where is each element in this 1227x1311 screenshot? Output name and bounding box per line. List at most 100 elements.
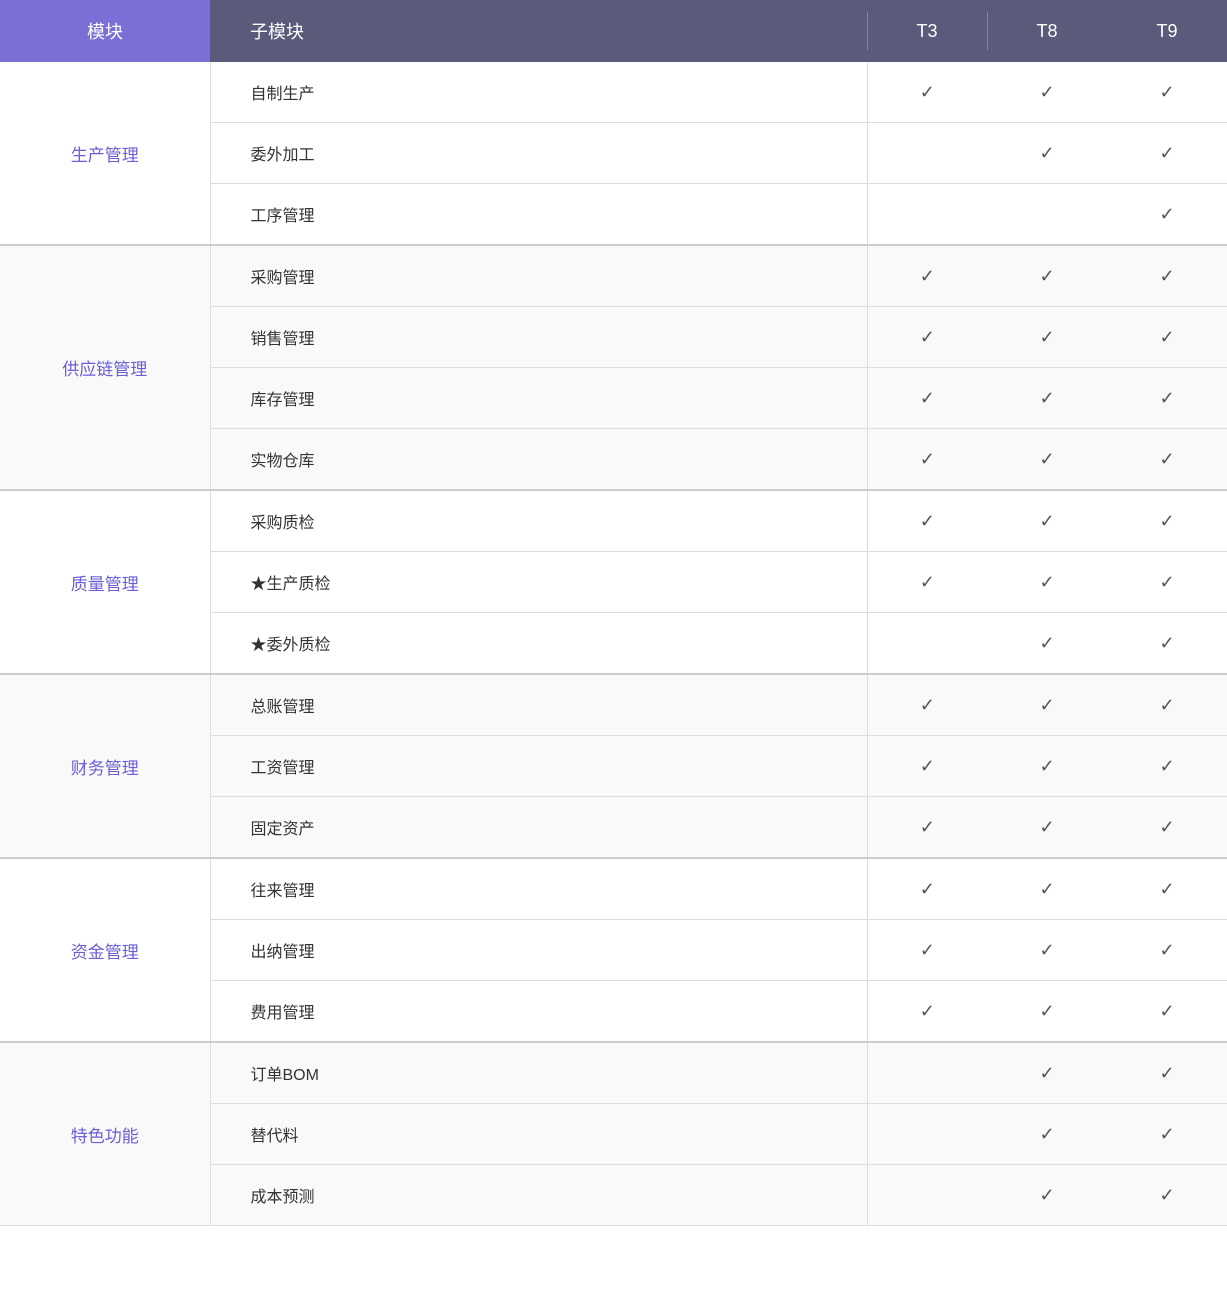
check-mark-icon: ✓ xyxy=(1039,1063,1054,1084)
check-mark-icon: ✓ xyxy=(1039,1124,1054,1145)
table-row: 财务管理总账管理✓✓✓ xyxy=(0,674,1227,736)
check-t3: ✓ xyxy=(867,552,987,613)
check-t8: ✓ xyxy=(987,858,1107,920)
check-t3: ✓ xyxy=(867,429,987,491)
check-mark-icon: ✓ xyxy=(1039,449,1054,470)
check-mark-icon: ✓ xyxy=(1159,266,1174,287)
check-t8: ✓ xyxy=(987,736,1107,797)
submodule-cell: 成本预测 xyxy=(210,1165,867,1226)
check-t3 xyxy=(867,1104,987,1165)
check-mark-icon: ✓ xyxy=(920,817,935,838)
check-t9: ✓ xyxy=(1107,184,1227,246)
submodule-cell: 销售管理 xyxy=(210,307,867,368)
submodule-cell: ★委外质检 xyxy=(210,613,867,675)
check-t8: ✓ xyxy=(987,490,1107,552)
check-mark-icon: ✓ xyxy=(920,82,935,103)
check-t3: ✓ xyxy=(867,368,987,429)
submodule-cell: 替代料 xyxy=(210,1104,867,1165)
check-mark-icon: ✓ xyxy=(1159,572,1174,593)
check-t3 xyxy=(867,1042,987,1104)
check-mark-icon: ✓ xyxy=(920,266,935,287)
comparison-table: 模块 子模块 T3 T8 T9 生产管理自制生产✓✓✓委外加工✓✓工序管理✓供应… xyxy=(0,0,1227,1226)
check-mark-icon: ✓ xyxy=(1039,695,1054,716)
check-mark-icon: ✓ xyxy=(920,449,935,470)
check-t8: ✓ xyxy=(987,307,1107,368)
check-mark-icon: ✓ xyxy=(1039,1001,1054,1022)
check-t3 xyxy=(867,613,987,675)
module-cell: 供应链管理 xyxy=(0,245,210,490)
check-t3: ✓ xyxy=(867,490,987,552)
submodule-cell: 往来管理 xyxy=(210,858,867,920)
check-mark-icon: ✓ xyxy=(1159,633,1174,654)
check-t8: ✓ xyxy=(987,552,1107,613)
check-t8: ✓ xyxy=(987,1165,1107,1226)
submodule-cell: 委外加工 xyxy=(210,123,867,184)
check-t3: ✓ xyxy=(867,736,987,797)
table-row: 资金管理往来管理✓✓✓ xyxy=(0,858,1227,920)
header-row: 模块 子模块 T3 T8 T9 xyxy=(0,0,1227,62)
check-mark-icon: ✓ xyxy=(920,572,935,593)
submodule-cell: 费用管理 xyxy=(210,981,867,1043)
header-t3: T3 xyxy=(867,0,987,62)
check-t8: ✓ xyxy=(987,1104,1107,1165)
check-t8: ✓ xyxy=(987,123,1107,184)
check-t9: ✓ xyxy=(1107,1042,1227,1104)
submodule-cell: 库存管理 xyxy=(210,368,867,429)
table-row: 特色功能订单BOM✓✓ xyxy=(0,1042,1227,1104)
module-cell: 财务管理 xyxy=(0,674,210,858)
check-t9: ✓ xyxy=(1107,920,1227,981)
check-mark-icon: ✓ xyxy=(1039,82,1054,103)
check-t9: ✓ xyxy=(1107,736,1227,797)
check-t9: ✓ xyxy=(1107,858,1227,920)
check-mark-icon: ✓ xyxy=(1159,1124,1174,1145)
check-t8 xyxy=(987,184,1107,246)
table-row: 生产管理自制生产✓✓✓ xyxy=(0,62,1227,123)
submodule-cell: 订单BOM xyxy=(210,1042,867,1104)
header-t9: T9 xyxy=(1107,0,1227,62)
header-module: 模块 xyxy=(0,0,210,62)
check-t9: ✓ xyxy=(1107,552,1227,613)
submodule-cell: 总账管理 xyxy=(210,674,867,736)
submodule-cell: 出纳管理 xyxy=(210,920,867,981)
check-mark-icon: ✓ xyxy=(1159,940,1174,961)
check-t9: ✓ xyxy=(1107,1104,1227,1165)
check-t3: ✓ xyxy=(867,858,987,920)
module-cell: 资金管理 xyxy=(0,858,210,1042)
header-submodule: 子模块 xyxy=(210,0,867,62)
check-mark-icon: ✓ xyxy=(1159,204,1174,225)
check-mark-icon: ✓ xyxy=(1039,940,1054,961)
check-t3: ✓ xyxy=(867,797,987,859)
check-t3 xyxy=(867,1165,987,1226)
submodule-cell: ★生产质检 xyxy=(210,552,867,613)
check-t9: ✓ xyxy=(1107,62,1227,123)
check-mark-icon: ✓ xyxy=(1039,572,1054,593)
check-t9: ✓ xyxy=(1107,797,1227,859)
check-mark-icon: ✓ xyxy=(920,940,935,961)
module-cell: 特色功能 xyxy=(0,1042,210,1226)
check-mark-icon: ✓ xyxy=(1039,511,1054,532)
check-mark-icon: ✓ xyxy=(1039,756,1054,777)
check-t3: ✓ xyxy=(867,245,987,307)
check-mark-icon: ✓ xyxy=(1039,817,1054,838)
check-mark-icon: ✓ xyxy=(1159,511,1174,532)
check-mark-icon: ✓ xyxy=(1039,879,1054,900)
check-mark-icon: ✓ xyxy=(920,1001,935,1022)
header-t8: T8 xyxy=(987,0,1107,62)
check-mark-icon: ✓ xyxy=(1159,1185,1174,1206)
check-t8: ✓ xyxy=(987,1042,1107,1104)
check-mark-icon: ✓ xyxy=(1039,327,1054,348)
check-mark-icon: ✓ xyxy=(920,756,935,777)
check-t8: ✓ xyxy=(987,245,1107,307)
check-mark-icon: ✓ xyxy=(1159,388,1174,409)
check-t9: ✓ xyxy=(1107,245,1227,307)
check-mark-icon: ✓ xyxy=(1039,143,1054,164)
module-cell: 生产管理 xyxy=(0,62,210,245)
check-t8: ✓ xyxy=(987,797,1107,859)
table-wrapper: 模块 子模块 T3 T8 T9 生产管理自制生产✓✓✓委外加工✓✓工序管理✓供应… xyxy=(0,0,1227,1311)
check-t3 xyxy=(867,184,987,246)
check-mark-icon: ✓ xyxy=(1159,143,1174,164)
check-mark-icon: ✓ xyxy=(1159,695,1174,716)
check-mark-icon: ✓ xyxy=(1159,1001,1174,1022)
check-t3: ✓ xyxy=(867,62,987,123)
module-cell: 质量管理 xyxy=(0,490,210,674)
